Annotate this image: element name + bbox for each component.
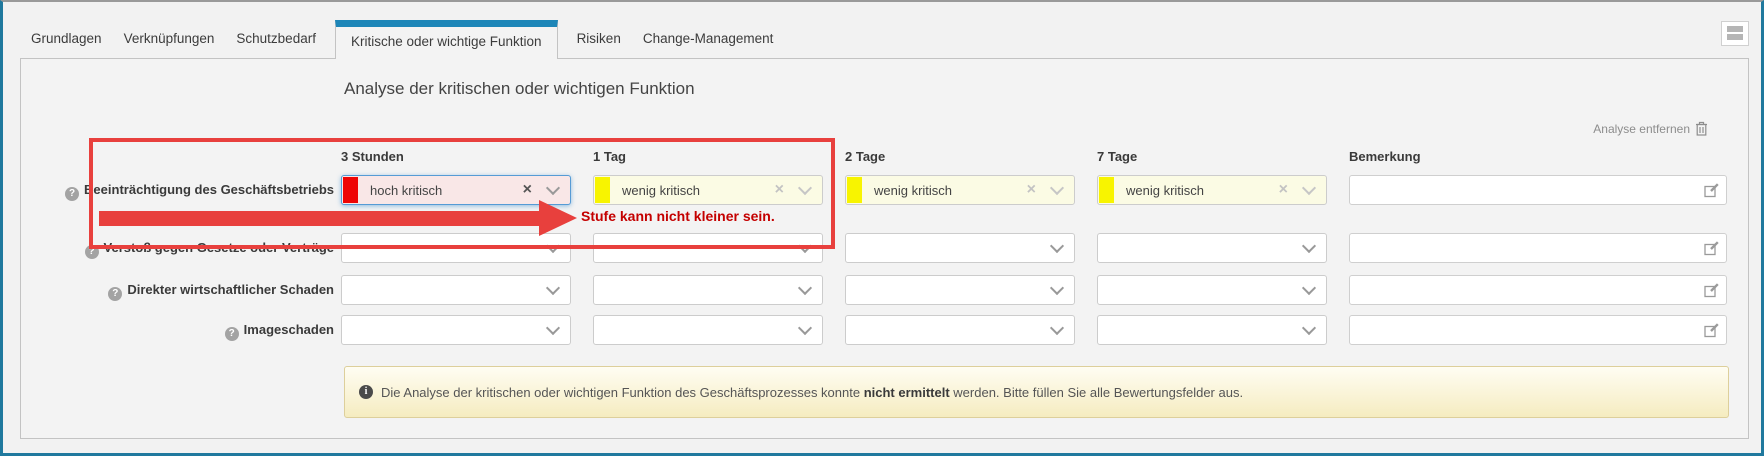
row-label-geschaeftsbetrieb: ?Beeinträchtigung des Geschäftsbetriebs xyxy=(41,175,334,205)
pencil-icon[interactable] xyxy=(1704,183,1719,198)
row-label-imageschaden: ?Imageschaden xyxy=(41,315,334,345)
dropdown-7-tage[interactable]: wenig kritisch × xyxy=(1097,175,1327,205)
dropdown-2-tage[interactable] xyxy=(845,315,1075,345)
dropdown-7-tage[interactable] xyxy=(1097,233,1327,263)
row-label-wirtschaftlicher-schaden: ?Direkter wirtschaftlicher Schaden xyxy=(41,275,334,305)
dropdown-1-tag[interactable] xyxy=(593,233,823,263)
dropdown-3-stunden[interactable]: hoch kritisch × xyxy=(341,175,571,205)
dropdown-value: hoch kritisch xyxy=(370,183,523,198)
info-message-bar: i Die Analyse der kritischen oder wichti… xyxy=(344,366,1729,418)
column-header-2-tage: 2 Tage xyxy=(845,149,885,164)
dropdown-value: wenig kritisch xyxy=(874,183,1027,198)
dropdown-3-stunden[interactable] xyxy=(341,315,571,345)
column-header-3-stunden: 3 Stunden xyxy=(341,149,404,164)
dropdown-value: wenig kritisch xyxy=(622,183,775,198)
clear-x-icon[interactable]: × xyxy=(1279,182,1288,198)
chevron-down-icon[interactable] xyxy=(546,321,560,335)
tab-kritische-oder-wichtige-funktion[interactable]: Kritische oder wichtige Funktion xyxy=(335,20,558,59)
tab-risiken[interactable]: Risiken xyxy=(566,20,632,59)
chevron-down-icon[interactable] xyxy=(546,181,560,195)
question-icon[interactable]: ? xyxy=(85,245,99,259)
tab-grundlagen[interactable]: Grundlagen xyxy=(20,20,113,59)
bemerkung-input[interactable] xyxy=(1356,318,1695,344)
bemerkung-input[interactable] xyxy=(1356,178,1695,204)
pencil-icon[interactable] xyxy=(1704,241,1719,256)
bemerkung-input[interactable] xyxy=(1356,278,1695,304)
dropdown-2-tage[interactable] xyxy=(845,233,1075,263)
chevron-down-icon[interactable] xyxy=(1302,181,1316,195)
dropdown-2-tage[interactable]: wenig kritisch × xyxy=(845,175,1075,205)
analysis-panel: Analyse der kritischen oder wichtigen Fu… xyxy=(20,58,1749,439)
dropdown-1-tag[interactable] xyxy=(593,315,823,345)
tab-schutzbedarf[interactable]: Schutzbedarf xyxy=(225,20,327,59)
dropdown-1-tag[interactable] xyxy=(593,275,823,305)
question-icon[interactable]: ? xyxy=(225,327,239,341)
dropdown-1-tag[interactable]: wenig kritisch × xyxy=(593,175,823,205)
dropdown-3-stunden[interactable] xyxy=(341,233,571,263)
question-icon[interactable]: ? xyxy=(65,187,79,201)
pencil-icon[interactable] xyxy=(1704,283,1719,298)
color-swatch-yellow xyxy=(1099,177,1114,203)
column-header-7-tage: 7 Tage xyxy=(1097,149,1137,164)
chevron-down-icon[interactable] xyxy=(1302,239,1316,253)
chevron-down-icon[interactable] xyxy=(1050,181,1064,195)
color-swatch-yellow xyxy=(847,177,862,203)
dropdown-7-tage[interactable] xyxy=(1097,275,1327,305)
dropdown-value: wenig kritisch xyxy=(1126,183,1279,198)
view-toggle-button[interactable] xyxy=(1721,21,1749,46)
validation-error: Stufe kann nicht kleiner sein. xyxy=(581,208,775,224)
clear-x-icon[interactable]: × xyxy=(523,182,532,198)
column-header-1-tag: 1 Tag xyxy=(593,149,626,164)
remove-analysis-button[interactable]: Analyse entfernen xyxy=(1593,121,1708,136)
color-swatch-red xyxy=(343,177,358,203)
chevron-down-icon[interactable] xyxy=(798,239,812,253)
dropdown-2-tage[interactable] xyxy=(845,275,1075,305)
trash-icon xyxy=(1695,121,1708,136)
color-swatch-yellow xyxy=(595,177,610,203)
chevron-down-icon[interactable] xyxy=(798,281,812,295)
page-title: Analyse der kritischen oder wichtigen Fu… xyxy=(344,79,695,99)
chevron-down-icon[interactable] xyxy=(1302,321,1316,335)
chevron-down-icon[interactable] xyxy=(798,181,812,195)
chevron-down-icon[interactable] xyxy=(1050,321,1064,335)
chevron-down-icon[interactable] xyxy=(1050,239,1064,253)
chevron-down-icon[interactable] xyxy=(1050,281,1064,295)
pencil-icon[interactable] xyxy=(1704,323,1719,338)
bemerkung-field[interactable] xyxy=(1349,315,1727,345)
question-icon[interactable]: ? xyxy=(108,287,122,301)
chevron-down-icon[interactable] xyxy=(546,239,560,253)
clear-x-icon[interactable]: × xyxy=(775,182,784,198)
info-message-text: Die Analyse der kritischen oder wichtige… xyxy=(381,385,1243,400)
tab-change-management[interactable]: Change-Management xyxy=(632,20,785,59)
chevron-down-icon[interactable] xyxy=(1302,281,1316,295)
bemerkung-field[interactable] xyxy=(1349,233,1727,263)
tab-bar: Grundlagen Verknüpfungen Schutzbedarf Kr… xyxy=(20,20,784,59)
bemerkung-input[interactable] xyxy=(1356,236,1695,262)
chevron-down-icon[interactable] xyxy=(798,321,812,335)
chevron-down-icon[interactable] xyxy=(546,281,560,295)
remove-analysis-label: Analyse entfernen xyxy=(1593,122,1690,136)
clear-x-icon[interactable]: × xyxy=(1027,182,1036,198)
tab-verknuepfungen[interactable]: Verknüpfungen xyxy=(113,20,226,59)
application-window: Analyse der kritischen oder wichtigen Fu… xyxy=(0,0,1764,456)
column-header-bemerkung: Bemerkung xyxy=(1349,149,1421,164)
list-rows-icon xyxy=(1727,34,1743,40)
dropdown-3-stunden[interactable] xyxy=(341,275,571,305)
bemerkung-field[interactable] xyxy=(1349,175,1727,205)
row-label-gesetze-vertraege: ?Verstoß gegen Gesetze oder Verträge xyxy=(41,233,334,263)
info-icon: i xyxy=(359,385,373,399)
list-rows-icon xyxy=(1727,26,1743,32)
dropdown-7-tage[interactable] xyxy=(1097,315,1327,345)
bemerkung-field[interactable] xyxy=(1349,275,1727,305)
